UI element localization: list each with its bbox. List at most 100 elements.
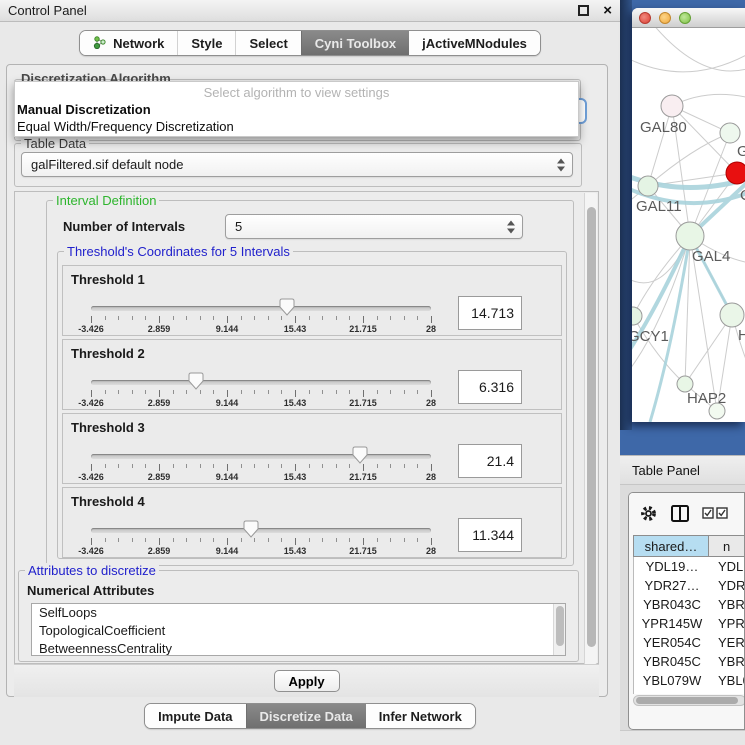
stepper-arrows-icon [557, 158, 565, 171]
network-node[interactable] [720, 123, 740, 143]
slider-ticks [91, 463, 431, 471]
table-panel-header: Table Panel [620, 455, 745, 485]
algorithm-option-manual[interactable]: Manual Discretization [15, 101, 578, 118]
split-columns-icon[interactable] [670, 504, 690, 523]
threshold-2-slider: -3.4262.859 9.14415.43 21.71528 [91, 378, 431, 404]
zoom-traffic-light[interactable] [679, 12, 691, 24]
slider-ticks [91, 537, 431, 545]
slider-ticks [91, 315, 431, 323]
float-window-icon[interactable] [578, 5, 589, 16]
table-row[interactable]: YBR043CYBR0 [634, 595, 745, 614]
table-panel-toolbar [629, 493, 744, 533]
settings-vertical-scrollbar[interactable] [584, 193, 597, 664]
apply-row: Apply [14, 664, 599, 697]
attributes-group: Attributes to discretize Numerical Attri… [18, 570, 579, 662]
node-label-partial-g: G [737, 143, 745, 160]
network-node[interactable] [638, 176, 658, 196]
table-row[interactable]: YER054CYER0 [634, 633, 745, 652]
apply-button[interactable]: Apply [274, 670, 340, 692]
node-label-partial-c: C [740, 187, 745, 204]
numerical-attributes-label: Numerical Attributes [27, 583, 154, 598]
threshold-3-value-field[interactable]: 21.4 [458, 444, 522, 478]
table-row[interactable]: YBR045CYBR0 [634, 652, 745, 671]
column-header-shared-name[interactable]: shared… [633, 535, 709, 557]
interval-definition-group: Interval Definition Number of Intervals … [46, 200, 574, 566]
network-window-titlebar[interactable] [632, 8, 745, 28]
threshold-2-box: Threshold 2 -3.4262.859 9.14415.43 21.71… [62, 339, 562, 410]
network-node[interactable] [632, 307, 642, 325]
slider-tick-labels: -3.4262.859 9.14415.43 21.71528 [91, 472, 431, 482]
list-scrollbar[interactable] [553, 604, 565, 655]
number-of-intervals-combobox[interactable]: 5 [225, 214, 523, 239]
threshold-2-title: Threshold 2 [71, 346, 145, 361]
slider-tick-labels: -3.4262.859 9.14415.43 21.71528 [91, 398, 431, 408]
slider-track[interactable] [91, 454, 431, 459]
checkbox-columns-icon[interactable] [702, 507, 728, 519]
tab-jactivemnodules[interactable]: jActiveMNodules [409, 31, 540, 55]
table-horizontal-scrollbar[interactable] [633, 695, 745, 706]
table-row[interactable]: YBL079WYBL0 [634, 671, 745, 690]
threshold-1-box: Threshold 1 -3.4262.859 9.14415.43 21.71… [62, 265, 562, 336]
table-data-combobox[interactable]: galFiltered.sif default node [21, 152, 573, 177]
threshold-3-title: Threshold 3 [71, 420, 145, 435]
table-row[interactable]: YDL19…YDL1 [634, 557, 745, 576]
node-label-partial-h: H [738, 327, 745, 344]
tab-infer-network[interactable]: Infer Network [366, 704, 475, 728]
tab-cyni-toolbox[interactable]: Cyni Toolbox [301, 31, 409, 55]
network-node[interactable] [661, 95, 683, 117]
thresholds-group: Threshold's Coordinates for 5 Intervals … [57, 251, 567, 559]
numerical-attributes-list: SelfLoops TopologicalCoefficient Between… [31, 603, 566, 656]
table-row[interactable]: YLR345WYLR3 [634, 690, 745, 694]
control-panel-titlebar: Control Panel × [0, 0, 620, 22]
minimize-traffic-light[interactable] [659, 12, 671, 24]
slider-tick-labels: -3.4262.859 9.14415.43 21.71528 [91, 546, 431, 556]
threshold-3-box: Threshold 3 -3.4262.859 9.14415.43 21.71… [62, 413, 562, 484]
algorithm-placeholder-option[interactable]: Select algorithm to view settings [15, 82, 578, 101]
threshold-1-value-field[interactable]: 14.713 [458, 296, 522, 330]
network-node[interactable] [720, 303, 744, 327]
list-item-betweennesscentrality[interactable]: BetweennessCentrality [32, 640, 565, 656]
tab-style[interactable]: Style [177, 31, 235, 55]
tab-discretize-data[interactable]: Discretize Data [246, 704, 366, 728]
tab-impute-label: Impute Data [158, 709, 232, 724]
node-label-gal11: GAL11 [636, 198, 682, 215]
node-attribute-table: shared… n YDL19…YDL1 YDR27…YDR2 YBR043CY… [633, 535, 745, 705]
slider-track[interactable] [91, 528, 431, 533]
network-node-selected[interactable] [726, 162, 745, 184]
panel-title: Control Panel [8, 3, 87, 18]
gear-icon[interactable] [639, 504, 658, 523]
column-header-name[interactable]: n [709, 535, 745, 557]
tab-select[interactable]: Select [235, 31, 300, 55]
table-panel-card: shared… n YDL19…YDL1 YDR27…YDR2 YBR043CY… [628, 492, 745, 730]
table-header-row: shared… n [633, 535, 745, 557]
algorithm-option-equal-width[interactable]: Equal Width/Frequency Discretization [15, 118, 578, 135]
stepper-arrows-icon [507, 220, 515, 233]
close-icon[interactable]: × [603, 5, 612, 16]
slider-track[interactable] [91, 306, 431, 311]
list-item-selfloops[interactable]: SelfLoops [32, 604, 565, 622]
tab-impute-data[interactable]: Impute Data [145, 704, 245, 728]
table-data-group-label: Table Data [21, 136, 89, 151]
table-row[interactable]: YDR27…YDR2 [634, 576, 745, 595]
tab-style-label: Style [191, 36, 222, 51]
number-of-intervals-label: Number of Intervals [63, 219, 185, 234]
list-item-topologicalcoefficient[interactable]: TopologicalCoefficient [32, 622, 565, 640]
number-of-intervals-value: 5 [235, 219, 242, 234]
table-row[interactable]: YPR145WYPR1 [634, 614, 745, 633]
interval-definition-label: Interval Definition [53, 193, 159, 208]
network-node[interactable] [676, 222, 704, 250]
threshold-2-value-field[interactable]: 6.316 [458, 370, 522, 404]
thresholds-group-label: Threshold's Coordinates for 5 Intervals [64, 244, 293, 259]
slider-track[interactable] [91, 380, 431, 385]
right-region: GAL80 GAL11 GAL4 GCY1 HAP2 G C H Table P… [620, 0, 745, 745]
network-canvas[interactable]: GAL80 GAL11 GAL4 GCY1 HAP2 G C H [632, 28, 745, 422]
table-panel-footer [620, 730, 745, 745]
threshold-4-box: Threshold 4 -3.4262.859 9.14415.43 21.71… [62, 487, 562, 558]
scrollbar-thumb[interactable] [636, 697, 738, 704]
tab-network-label: Network [113, 36, 164, 51]
scrollbar-thumb[interactable] [587, 207, 596, 647]
close-traffic-light[interactable] [639, 12, 651, 24]
tab-network[interactable]: Network [80, 31, 177, 55]
tab-infer-label: Infer Network [379, 709, 462, 724]
threshold-4-value-field[interactable]: 11.344 [458, 518, 522, 552]
